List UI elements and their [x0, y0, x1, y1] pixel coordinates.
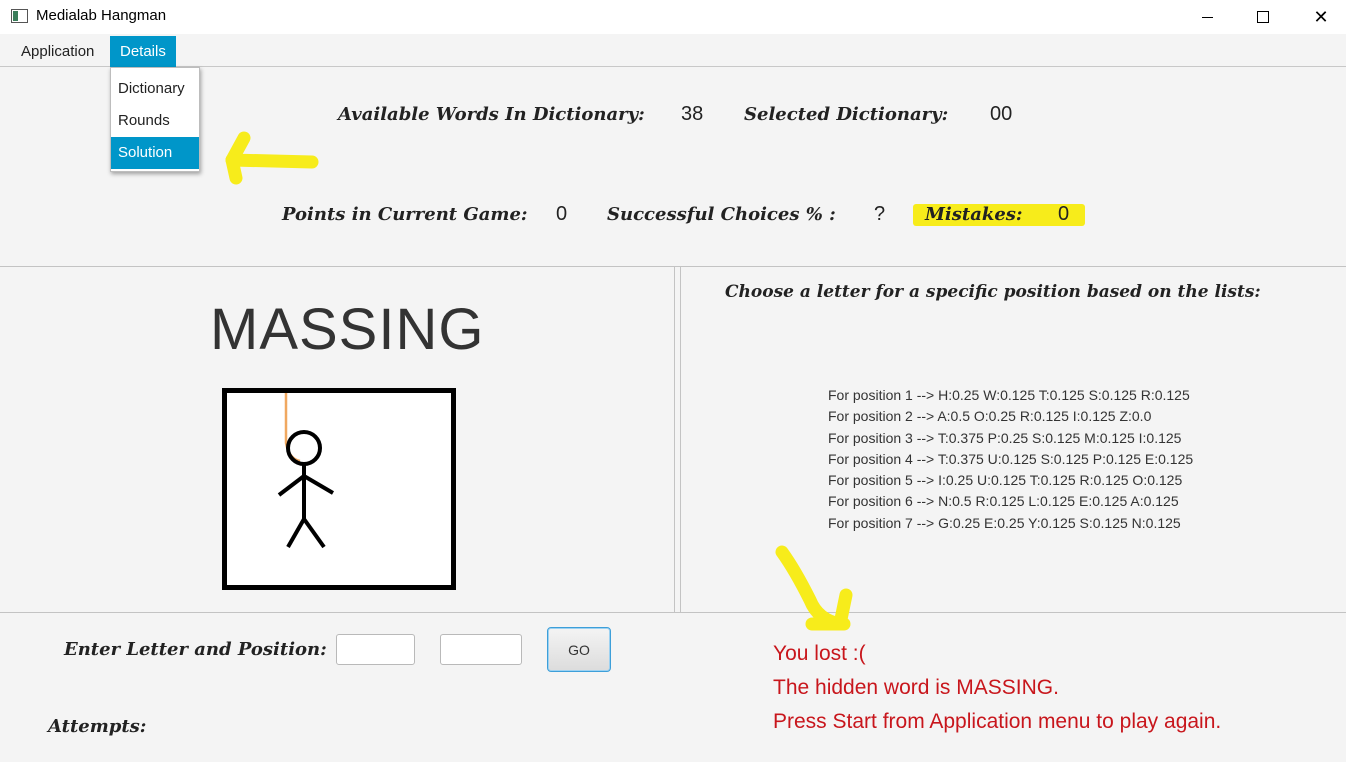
annotation-arrow-left [225, 131, 853, 631]
annotation-arrow-down [775, 545, 847, 631]
dropdown-item-rounds[interactable]: Rounds [111, 105, 199, 137]
details-dropdown: Dictionary Rounds Solution [110, 67, 200, 172]
dropdown-item-solution[interactable]: Solution [111, 137, 199, 169]
dropdown-item-dictionary[interactable]: Dictionary [111, 73, 199, 105]
